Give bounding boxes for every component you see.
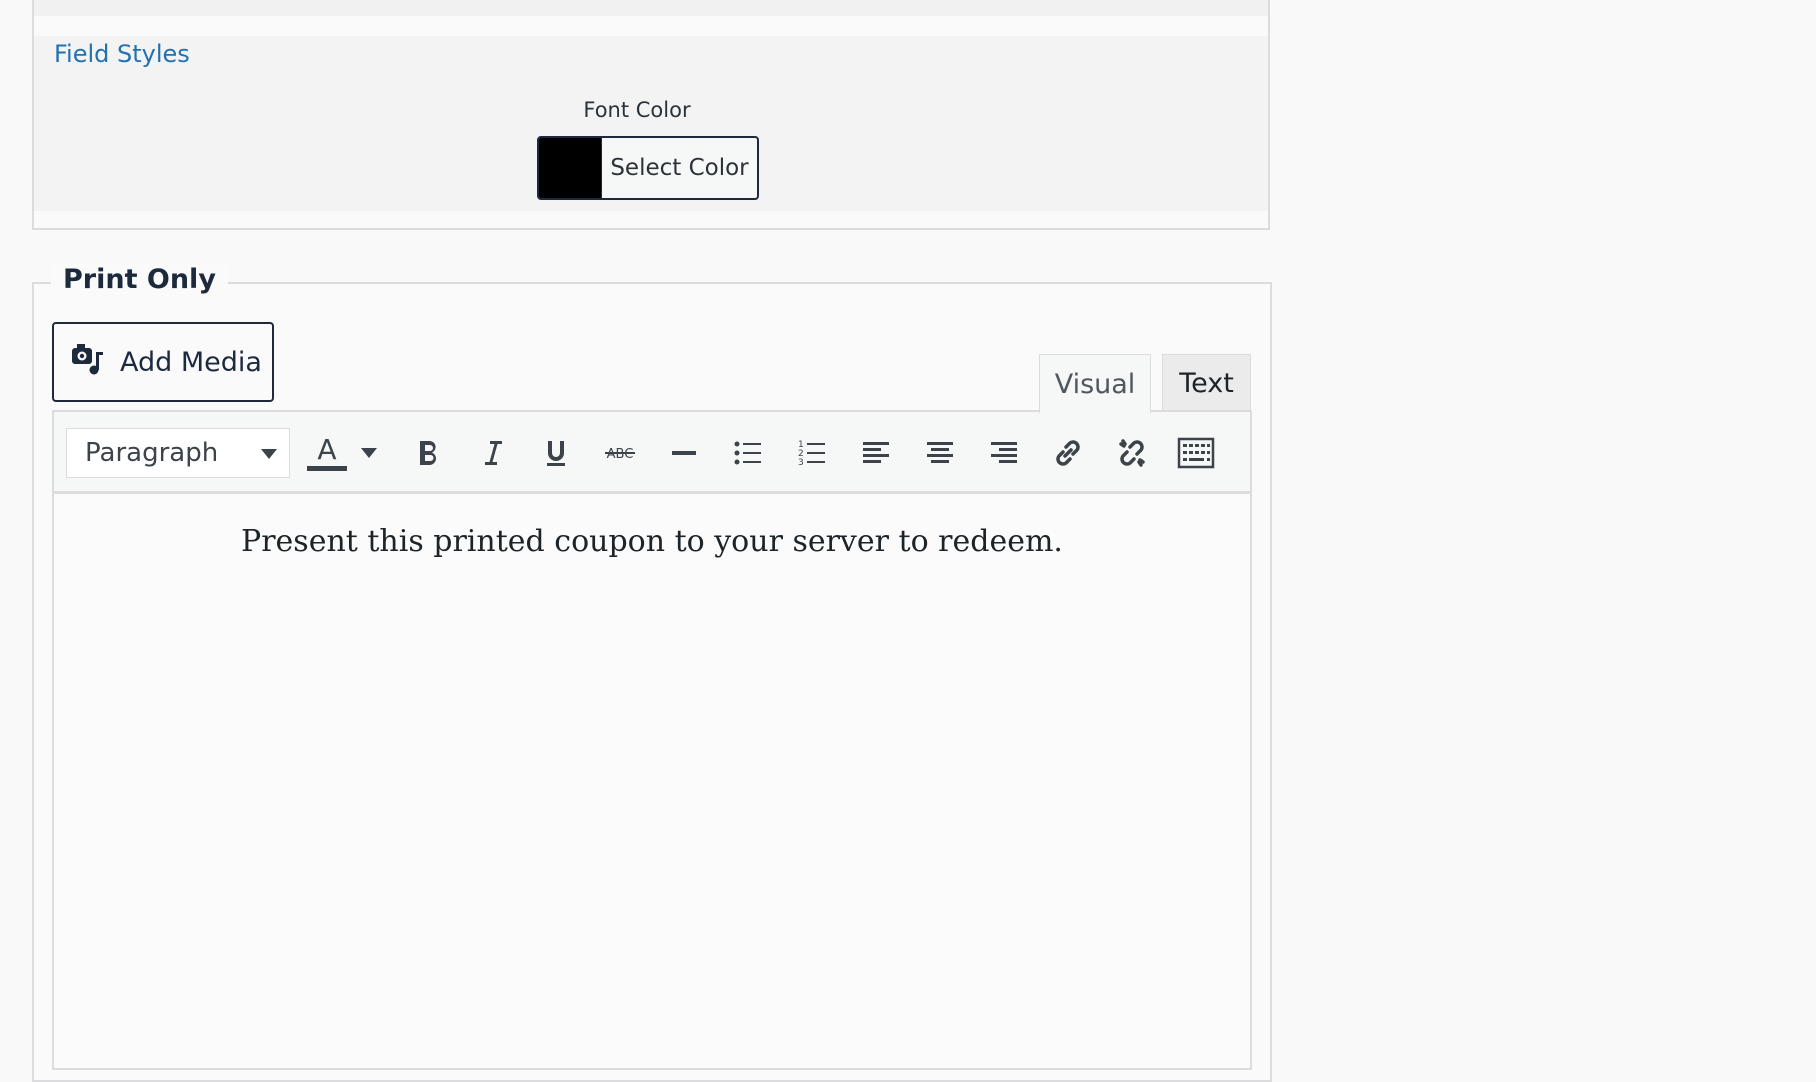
add-media-label: Add Media: [120, 346, 262, 378]
horizontal-line-button[interactable]: [661, 430, 707, 476]
link-button[interactable]: [1045, 430, 1091, 476]
select-color-label: Select Color: [610, 155, 749, 181]
format-select[interactable]: Paragraph: [66, 428, 290, 478]
link-icon: [1056, 440, 1080, 466]
text-color-glyph: A: [317, 432, 337, 466]
underline-button[interactable]: [533, 430, 579, 476]
bold-icon: [420, 441, 437, 465]
field-styles-panel: Field Styles Font Color Select Color: [32, 0, 1270, 230]
add-media-button[interactable]: Add Media: [52, 322, 274, 402]
bold-button[interactable]: [406, 430, 452, 476]
text-color-button[interactable]: A: [302, 430, 352, 476]
editor-toolbar: Paragraph A ABC 1 2 3: [54, 412, 1250, 494]
numbered-list-icon: 123: [798, 440, 825, 468]
text-color-dropdown[interactable]: [354, 430, 384, 476]
editor-content[interactable]: Present this printed coupon to your serv…: [54, 524, 1250, 559]
align-left-button[interactable]: [853, 430, 899, 476]
align-left-icon: [863, 442, 889, 463]
editor: Paragraph A ABC 1 2 3 Present this print…: [52, 410, 1252, 1070]
svg-text:3: 3: [798, 458, 804, 468]
font-color-label: Font Color: [583, 98, 691, 122]
format-select-value: Paragraph: [85, 438, 219, 468]
unlink-icon: [1119, 439, 1145, 467]
underline-icon: [547, 441, 565, 466]
text-color-underline: [307, 465, 347, 471]
bullet-list-icon: [734, 441, 761, 465]
align-right-button[interactable]: [981, 430, 1027, 476]
chevron-down-icon: [361, 448, 377, 458]
align-center-icon: [927, 442, 953, 463]
italic-button[interactable]: [470, 430, 516, 476]
chevron-down-icon: [261, 449, 277, 459]
strikethrough-button[interactable]: ABC: [597, 430, 643, 476]
unlink-button[interactable]: [1109, 430, 1155, 476]
toolbar-toggle-icon: [1177, 437, 1215, 469]
tab-text[interactable]: Text: [1162, 354, 1251, 412]
print-only-legend: Print Only: [51, 262, 228, 298]
panel-top-strip: [34, 0, 1268, 16]
strikethrough-icon: ABC: [605, 447, 635, 462]
toolbar-toggle-button[interactable]: [1173, 430, 1219, 476]
text-color-icon: A: [307, 432, 347, 471]
field-styles-link[interactable]: Field Styles: [54, 40, 190, 68]
numbered-list-button[interactable]: 123: [789, 430, 835, 476]
select-color-button[interactable]: Select Color: [537, 136, 759, 200]
align-right-icon: [991, 442, 1017, 463]
italic-icon: [485, 441, 502, 465]
align-center-button[interactable]: [917, 430, 963, 476]
svg-text:ABC: ABC: [607, 447, 634, 462]
horizontal-line-icon: [672, 451, 696, 455]
color-swatch: [539, 138, 602, 198]
bullet-list-button[interactable]: [725, 430, 771, 476]
add-media-icon: [70, 342, 120, 383]
tab-visual[interactable]: Visual: [1039, 354, 1151, 413]
